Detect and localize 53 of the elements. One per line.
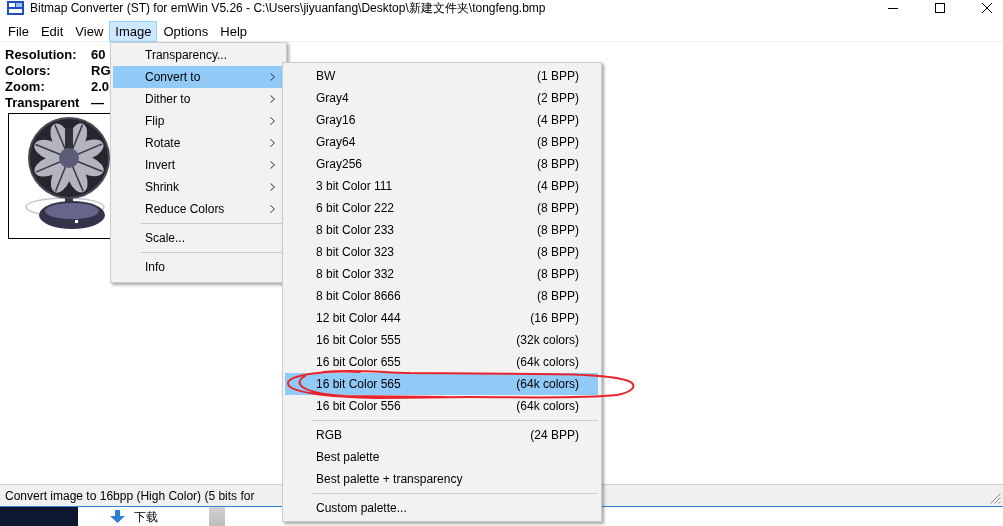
- menu-item[interactable]: Scale...: [113, 227, 283, 249]
- info-value: —: [91, 95, 105, 111]
- menu-item[interactable]: Gray4 (2 BPP): [285, 87, 598, 109]
- menu-item[interactable]: Gray64 (8 BPP): [285, 131, 598, 153]
- menu-item[interactable]: 8 bit Color 8666 (8 BPP): [285, 285, 598, 307]
- menu-item[interactable]: Shrink: [113, 176, 283, 198]
- menu-bar-item[interactable]: Image: [109, 21, 158, 42]
- menu-bar-item[interactable]: Edit: [34, 21, 70, 42]
- resize-grip-icon[interactable]: [990, 493, 1001, 504]
- info-value: 60: [91, 47, 107, 63]
- menu-bar-item[interactable]: View: [69, 21, 110, 42]
- menu-item[interactable]: 16 bit Color 555 (32k colors): [285, 329, 598, 351]
- menu-item[interactable]: Invert: [113, 154, 283, 176]
- info-label: Transparent: [5, 95, 81, 111]
- minimize-icon: [887, 7, 898, 9]
- maximize-icon: [934, 3, 945, 13]
- menu-item[interactable]: 8 bit Color 332 (8 BPP): [285, 263, 598, 285]
- menu-item[interactable]: Dither to: [113, 88, 283, 110]
- info-label: Colors:: [5, 63, 52, 79]
- menu-item[interactable]: 8 bit Color 233 (8 BPP): [285, 219, 598, 241]
- menu-item[interactable]: 16 bit Color 565 (64k colors): [285, 373, 598, 395]
- menu-item[interactable]: 3 bit Color 111 (4 BPP): [285, 175, 598, 197]
- menu-item[interactable]: Best palette: [285, 446, 598, 468]
- menu-bar-item[interactable]: File: [2, 21, 35, 42]
- menu-item[interactable]: Convert to: [113, 66, 283, 88]
- menu-item[interactable]: Reduce Colors: [113, 198, 283, 220]
- info-label: Resolution:: [5, 47, 78, 63]
- window-title: Bitmap Converter (ST) for emWin V5.26 - C:\Users\jiyuanfang\Desktop\新建文件夹\tongfeng.bmp: [30, 0, 546, 16]
- menu-item[interactable]: 16 bit Color 655 (64k colors): [285, 351, 598, 373]
- menu-item[interactable]: Best palette + transparency: [285, 468, 598, 490]
- download-label[interactable]: 下载: [134, 509, 158, 524]
- menu-item[interactable]: BW (1 BPP): [285, 65, 598, 87]
- menu-item[interactable]: Transparency...: [113, 44, 283, 66]
- info-value: 2.0: [91, 79, 111, 95]
- menu-item[interactable]: RGB (24 BPP): [285, 424, 598, 446]
- menu-item[interactable]: Custom palette...: [285, 497, 598, 519]
- menu-item[interactable]: Gray256 (8 BPP): [285, 153, 598, 175]
- info-label: Zoom:: [5, 79, 46, 95]
- download-arrow-icon: [110, 510, 125, 523]
- menu-item[interactable]: 8 bit Color 323 (8 BPP): [285, 241, 598, 263]
- close-icon: [982, 3, 992, 13]
- menu-item[interactable]: Gray16 (4 BPP): [285, 109, 598, 131]
- status-text: Convert image to 16bpp (High Color) (5 bits for: [5, 488, 255, 503]
- menu-item[interactable]: Rotate: [113, 132, 283, 154]
- menu-item[interactable]: 12 bit Color 444 (16 BPP): [285, 307, 598, 329]
- menu-item[interactable]: Flip: [113, 110, 283, 132]
- info-value: RG: [91, 63, 111, 79]
- menu-item[interactable]: Info: [113, 256, 283, 278]
- menu-bar-item[interactable]: Options: [157, 21, 215, 42]
- scroll-thumb[interactable]: [209, 507, 225, 526]
- menu-item[interactable]: 16 bit Color 556 (64k colors): [285, 395, 598, 417]
- menu-item[interactable]: 6 bit Color 222 (8 BPP): [285, 197, 598, 219]
- menu-bar-item[interactable]: Help: [214, 21, 253, 42]
